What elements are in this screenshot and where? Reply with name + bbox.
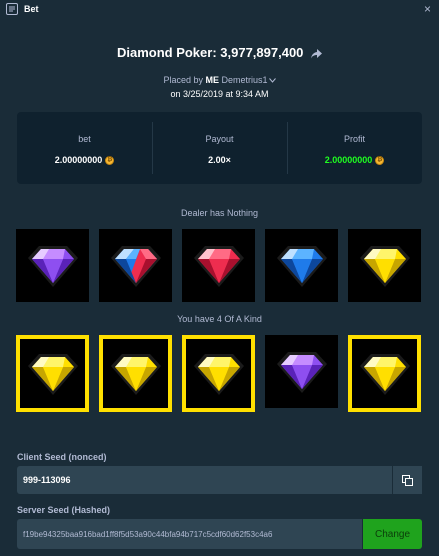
dealer-cards [16,229,424,302]
stat-value: 2.00000000 ₿ [55,155,115,165]
bet-date: on 3/25/2019 at 9:34 AM [170,89,269,99]
player-card [99,335,172,412]
server-seed-field[interactable]: f19be94325baa916bad1ff8f5d53a90c44bfa94b… [17,519,362,549]
placed-by-prefix: Placed by [163,75,203,85]
placed-by-line: Placed by ME Demetrius1 [0,75,439,85]
stat-label: Profit [343,134,365,144]
stat-amount: 2.00000000 [54,155,103,165]
yellow-gem-icon [110,353,161,395]
player-cards [16,335,424,412]
stats-panel: bet 2.00000000 ₿ Payout 2.00× Profit 2.0… [17,112,422,184]
dealer-card [16,229,89,302]
stat-label: bet [78,134,91,144]
player-card [16,335,89,412]
coin-icon: ₿ [375,155,385,165]
copy-button[interactable] [392,466,422,494]
red-gem-icon [193,245,244,287]
stat-value: 2.00× [208,155,231,165]
player-result-label: You have 4 Of A Kind [177,314,262,324]
client-seed-value: 999-113096 [23,475,71,485]
dealer-card [348,229,421,302]
dealer-card [182,229,255,302]
yellow-gem-icon [27,353,78,395]
yellow-gem-icon [359,245,410,287]
stat-label: Payout [205,134,234,144]
game-title: Diamond Poker: 3,977,897,400 [116,45,304,60]
bet-headline: Diamond Poker: 3,977,897,400 [0,45,439,60]
stat-payout: Payout 2.00× [152,112,287,184]
username-link[interactable]: Demetrius1 [222,75,268,85]
yellow-gem-icon [193,353,244,395]
purple-gem-icon [276,351,327,393]
player-card [265,335,338,408]
title-bar: Bet × [0,0,439,18]
blue-gem-icon [276,245,327,287]
stat-amount: 2.00× [208,155,231,165]
blue-red-gem-icon [110,245,161,287]
window-title: Bet [24,4,39,14]
yellow-gem-icon [359,353,410,395]
server-seed-value: f19be94325baa916bad1ff8f5d53a90c44bfa94b… [23,529,273,539]
bet-icon [6,3,18,15]
copy-icon [402,474,413,486]
player-card [348,335,421,412]
purple-gem-icon [27,245,78,287]
chevron-down-icon[interactable] [268,78,276,83]
stat-value: 2.00000000 ₿ [325,155,385,165]
stat-bet: bet 2.00000000 ₿ [17,112,152,184]
client-seed-field[interactable]: 999-113096 [17,466,422,494]
change-seed-button[interactable]: Change [363,519,422,549]
close-icon[interactable]: × [424,2,431,16]
dealer-result-label: Dealer has Nothing [180,208,259,218]
stat-profit: Profit 2.00000000 ₿ [287,112,422,184]
coin-icon: ₿ [105,155,115,165]
share-icon[interactable] [311,48,323,59]
stat-amount: 2.00000000 [324,155,373,165]
client-seed-label: Client Seed (nonced) [17,452,107,462]
dealer-card [99,229,172,302]
dealer-card [265,229,338,302]
player-card [182,335,255,412]
user-tag: ME [205,75,220,85]
server-seed-label: Server Seed (Hashed) [17,505,111,515]
